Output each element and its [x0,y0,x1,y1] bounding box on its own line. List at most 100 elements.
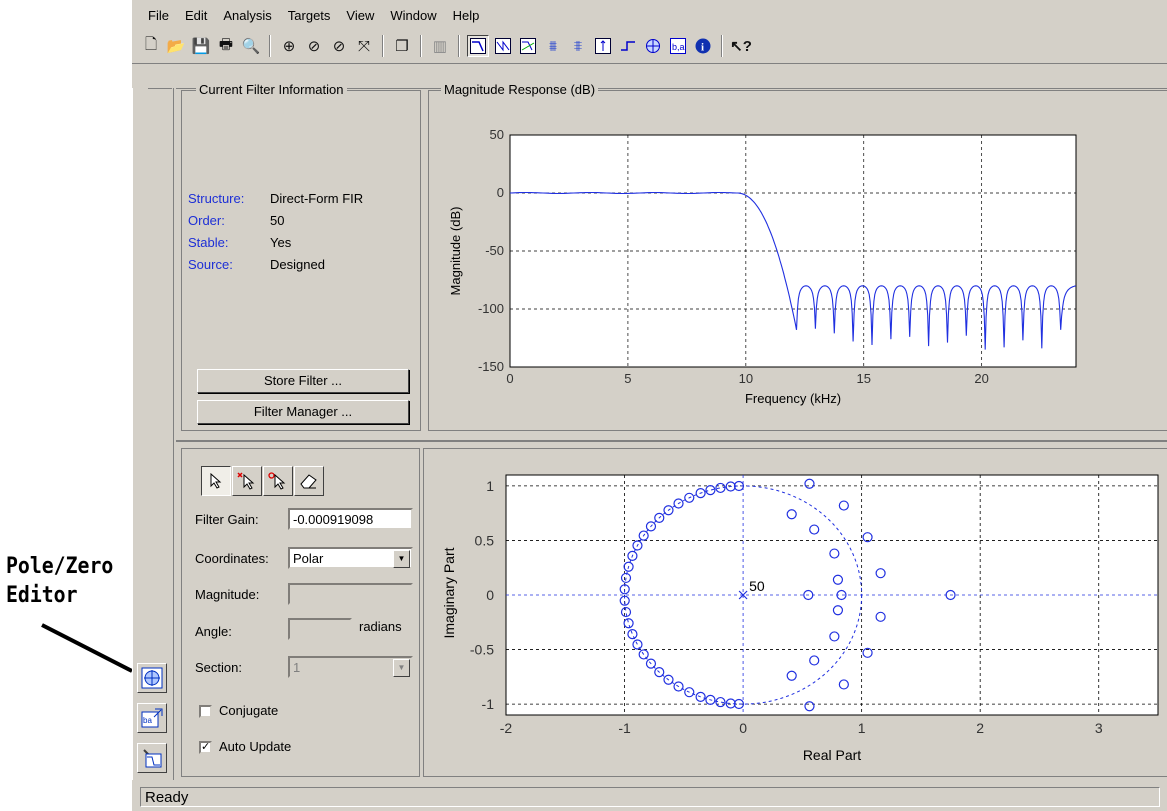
panel-title: Current Filter Information [196,82,347,97]
filter-design-button[interactable] [137,743,167,773]
source-value: Designed [270,257,325,272]
x-tick-label: 0 [506,371,513,386]
new-icon[interactable]: 🗋 [140,35,162,57]
magnitude-response-icon[interactable] [467,35,489,57]
order-value: 50 [270,213,285,228]
add-zero-tool[interactable] [263,466,293,496]
pole-zero-chart: -2 -1 0 1 2 3 1 0.5 0 -0.5 -1 50 Real Part Imagina… [441,474,1159,763]
filter-coefficients-icon[interactable]: b,a [667,35,689,57]
menu-edit[interactable]: Edit [177,6,215,26]
phase-response-icon[interactable] [492,35,514,57]
full-view-icon[interactable]: ⤧ [353,35,375,57]
status-bar: Ready [140,787,1160,807]
conjugate-checkbox[interactable] [199,705,212,718]
import-filter-icon: ba [141,708,163,728]
svg-text:ba: ba [143,716,152,725]
add-pole-tool[interactable] [232,466,262,496]
y-tick-label: -50 [485,243,504,258]
coordinates-select[interactable]: Polar ▼ [288,547,413,569]
y-tick-label: 50 [490,127,504,142]
chevron-down-icon[interactable]: ▼ [393,550,410,568]
y-tick-label: -1 [482,696,495,712]
add-pole-icon [237,472,255,490]
print-icon[interactable]: 🖶 [215,35,237,57]
toolbar-separator [420,35,422,57]
import-filter-button[interactable]: ba [137,703,167,733]
group-delay-icon[interactable]: ⩩ [542,35,564,57]
angle-input[interactable] [288,618,352,640]
source-label: Source: [188,257,233,272]
toolbar: 🗋 📂 💾 🖶 🔍 ⊕ ⊘ ⊘ ⤧ ❐ ▥ ⩩ ⩨ b,a i ↖? [140,32,752,60]
angle-units-label: radians [359,619,402,634]
toolbar-separator [382,35,384,57]
filter-information-icon[interactable]: i [692,35,714,57]
pole-zero-plot-icon[interactable] [642,35,664,57]
filter-gain-input[interactable]: -0.000919098 [288,508,413,530]
menu-analysis[interactable]: Analysis [215,6,279,26]
menu-targets[interactable]: Targets [280,6,339,26]
order-label: Order: [188,213,225,228]
section-value: 1 [293,660,301,675]
auto-update-checkbox[interactable]: ✓ [199,741,212,754]
zoom-y-icon[interactable]: ⊘ [328,35,350,57]
structure-label: Structure: [188,191,245,206]
panel-title: Magnitude Response (dB) [441,82,599,97]
store-filter-button[interactable]: Store Filter ... [197,369,409,393]
toolbar-separator [721,35,723,57]
add-zero-icon [268,472,286,490]
x-tick-label: 5 [624,371,631,386]
toolbar-separator [458,35,460,57]
section-select[interactable]: 1 ▼ [288,656,413,678]
zoom-in-icon[interactable]: ⊕ [278,35,300,57]
magnitude-input[interactable] [288,583,413,605]
y-tick-label: -150 [478,359,504,374]
x-tick-label: 1 [858,720,866,736]
y-tick-label: -100 [478,301,504,316]
x-axis-label: Frequency (kHz) [745,391,841,406]
pole-zero-editor-button[interactable] [137,663,167,693]
angle-label: Angle: [195,624,232,639]
x-axis-label: Real Part [803,747,861,763]
magnitude-chart: 0 5 10 15 20 50 0 -50 -100 -150 Frequency (kHz) M… [448,127,1077,406]
move-pole-zero-tool[interactable] [201,466,231,496]
x-tick-label: 2 [976,720,984,736]
sidebar-top-line [148,88,172,89]
stable-label: Stable: [188,235,229,250]
y-tick-label: 0.5 [475,532,495,548]
print-preview-icon[interactable]: 🔍 [240,35,262,57]
y-tick-label: 1 [486,478,494,494]
phase-delay-icon[interactable]: ⩨ [567,35,589,57]
coordinates-value: Polar [293,551,324,566]
x-tick-label: -1 [618,720,631,736]
x-tick-label: 10 [739,371,753,386]
chevron-down-icon[interactable]: ▼ [393,659,410,677]
pointer-icon [210,473,222,489]
magnitude-phase-icon[interactable] [517,35,539,57]
menu-help[interactable]: Help [445,6,488,26]
auto-update-label: Auto Update [219,739,292,754]
x-tick-label: 3 [1095,720,1103,736]
menu-window[interactable]: Window [382,6,444,26]
filter-design-icon [143,749,162,768]
svg-text:i: i [701,42,704,54]
magnitude-label: Magnitude: [195,587,260,602]
x-tick-label: 20 [974,371,988,386]
zoom-x-icon[interactable]: ⊘ [303,35,325,57]
pz-editor-controls [181,448,420,777]
x-tick-label: -2 [500,720,513,736]
impulse-response-icon[interactable] [592,35,614,57]
pole-zero-editor-icon [141,667,163,689]
pole-multiplicity-label: 50 [749,578,765,594]
stable-value: Yes [270,235,292,250]
open-icon[interactable]: 📂 [165,35,187,57]
whats-this-icon[interactable]: ↖? [730,35,752,57]
save-icon[interactable]: 💾 [190,35,212,57]
eraser-tool[interactable] [294,466,324,496]
step-response-icon[interactable] [617,35,639,57]
filter-manager-button[interactable]: Filter Manager ... [197,400,409,424]
data-tips-icon[interactable]: ▥ [429,35,451,57]
menu-view[interactable]: View [338,6,382,26]
menu-file[interactable]: File [140,6,177,26]
new-figure-icon[interactable]: ❐ [391,35,413,57]
x-tick-label: 15 [857,371,871,386]
